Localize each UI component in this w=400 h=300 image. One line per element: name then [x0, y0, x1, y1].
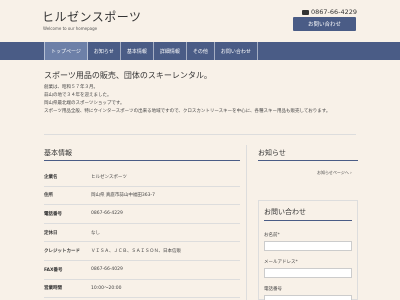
header-phone: 0867-66-4229: [302, 8, 357, 16]
nav-item-details[interactable]: 詳細情報: [154, 42, 187, 60]
news-heading: お知らせ: [258, 148, 358, 161]
row-label: 定休日: [44, 230, 58, 236]
nav-item-contact[interactable]: お問い合わせ: [215, 42, 258, 60]
table-row: 電話番号 0867-66-4229: [44, 205, 240, 224]
site-tagline: Welcome to our homepage: [43, 26, 98, 31]
table-row: クレジットカード ＶＩＳＡ、ＪＣＢ、ＳＡＩＳＯＮ、日本信販: [44, 242, 240, 261]
intro-line: スポーツ用品全般、特にウインタースポーツの出来る地域ですので、クロスカントリース…: [44, 109, 331, 114]
row-label: 企業名: [44, 174, 58, 180]
row-value: ＶＩＳＡ、ＪＣＢ、ＳＡＩＳＯＮ、日本信販: [91, 249, 181, 255]
table-row: FAX番号 0867-66-4029: [44, 261, 240, 280]
email-field[interactable]: [264, 268, 352, 278]
row-label: FAX番号: [44, 267, 63, 273]
row-value: 0867-66-4229: [91, 211, 123, 217]
row-value: 10:00～20:00: [91, 286, 122, 292]
row-value: なし: [91, 230, 100, 236]
site-title[interactable]: ヒルゼンスポーツ: [42, 8, 142, 25]
nav-item-news[interactable]: お知らせ: [88, 42, 121, 60]
news-page-link[interactable]: お知らせページへ ›: [317, 170, 352, 176]
site-header: ヒルゼンスポーツ Welcome to our homepage 0867-66…: [0, 0, 400, 42]
row-label: 営業時間: [44, 286, 62, 292]
intro-section: スポーツ用品の販売、団体のスキーレンタル。 創業は、昭和５７年３月。 蒜山の地で…: [44, 70, 389, 116]
intro-line: 創業は、昭和５７年３月。: [44, 85, 98, 90]
row-value: 0867-66-4029: [91, 267, 123, 273]
row-value: ヒルゼンスポーツ: [91, 174, 127, 180]
column-divider: [246, 145, 247, 300]
table-row: 定休日 なし: [44, 224, 240, 243]
table-row: 営業時間 10:00～20:00: [44, 280, 240, 299]
section-divider: [44, 134, 356, 135]
email-field-label: メールアドレス*: [264, 260, 298, 265]
row-value: 岡山県 真庭市蒜山中福田363-7: [91, 193, 156, 199]
name-field[interactable]: [264, 241, 352, 251]
row-label: 住所: [44, 193, 53, 199]
phone-field-label: 電話番号: [264, 287, 282, 292]
main-nav: トップページ お知らせ 基本情報 詳細情報 その他 お問い合わせ: [0, 42, 400, 60]
table-row: 住所 岡山県 真庭市蒜山中福田363-7: [44, 187, 240, 206]
phone-icon: [302, 9, 309, 15]
intro-heading: スポーツ用品の販売、団体のスキーレンタル。: [44, 71, 212, 80]
contact-button[interactable]: お問い合わせ: [293, 17, 356, 31]
nav-item-basic-info[interactable]: 基本情報: [121, 42, 154, 60]
basic-info-table: 企業名 ヒルゼンスポーツ 住所 岡山県 真庭市蒜山中福田363-7 電話番号 0…: [44, 168, 240, 299]
header-phone-number: 0867-66-4229: [311, 8, 358, 16]
phone-field[interactable]: [264, 295, 352, 300]
intro-line: 蒜山の地で３４年を迎えました。: [44, 93, 112, 98]
name-field-label: お名前*: [264, 233, 280, 238]
row-label: 電話番号: [44, 211, 62, 217]
contact-form-title: お問い合わせ: [264, 207, 352, 221]
contact-form: お問い合わせ お名前* メールアドレス* 電話番号: [258, 200, 358, 300]
nav-item-top[interactable]: トップページ: [44, 42, 88, 60]
intro-line: 岡山県最北端のスポーツショップです。: [44, 101, 125, 106]
nav-item-other[interactable]: その他: [187, 42, 215, 60]
row-label: クレジットカード: [44, 249, 80, 255]
basic-info-heading: 基本情報: [44, 148, 240, 161]
table-row: 企業名 ヒルゼンスポーツ: [44, 168, 240, 187]
